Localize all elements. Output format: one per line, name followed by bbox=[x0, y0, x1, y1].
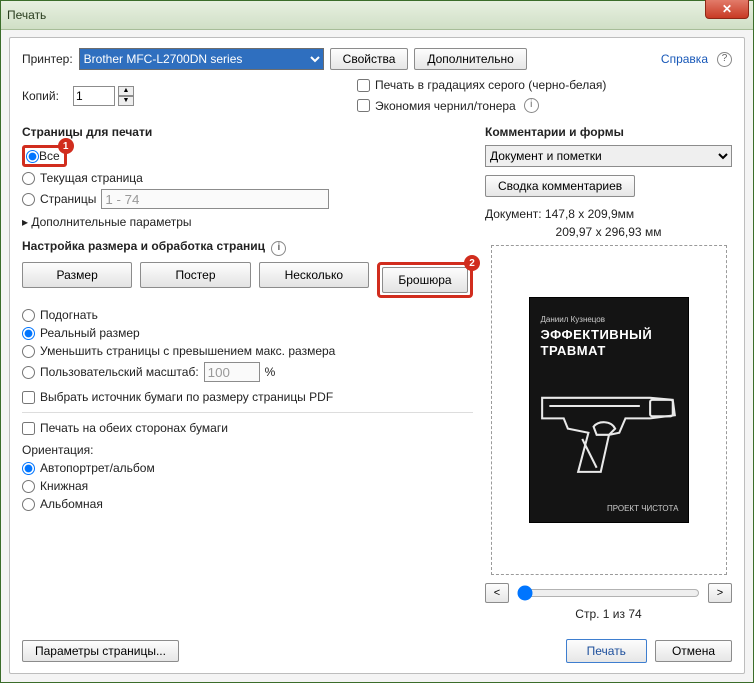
grayscale-label: Печать в градациях серого (черно-белая) bbox=[375, 78, 606, 92]
pages-group-title: Страницы для печати bbox=[22, 125, 473, 139]
close-icon: ✕ bbox=[722, 2, 732, 16]
copies-input[interactable] bbox=[73, 86, 115, 106]
print-preview: Даниил Кузнецов ЭФФЕКТИВНЫЙ ТРАВМАТ bbox=[491, 245, 727, 575]
comments-summary-button[interactable]: Сводка комментариев bbox=[485, 175, 635, 197]
save-ink-label: Экономия чернил/тонера bbox=[375, 99, 516, 113]
pages-current-label: Текущая страница bbox=[40, 171, 143, 185]
percent-label: % bbox=[265, 365, 276, 379]
advanced-button[interactable]: Дополнительно bbox=[414, 48, 526, 70]
orient-auto-label: Автопортрет/альбом bbox=[40, 461, 155, 475]
actual-label: Реальный размер bbox=[40, 326, 140, 340]
cover-gun-illustration bbox=[537, 369, 681, 492]
copies-label: Копий: bbox=[22, 89, 69, 103]
next-page-button[interactable]: > bbox=[708, 583, 732, 603]
print-button[interactable]: Печать bbox=[566, 639, 647, 663]
fit-label: Подогнать bbox=[40, 308, 98, 322]
orient-portrait-radio[interactable] bbox=[22, 480, 35, 493]
shrink-label: Уменьшить страницы с превышением макс. р… bbox=[40, 344, 335, 358]
window-close-button[interactable]: ✕ bbox=[705, 0, 749, 19]
duplex-checkbox[interactable] bbox=[22, 422, 35, 435]
pages-current-radio[interactable] bbox=[22, 172, 35, 185]
annotation-badge-2: 2 bbox=[464, 255, 480, 271]
doc-dims-label: Документ: bbox=[485, 207, 542, 221]
orient-landscape-label: Альбомная bbox=[40, 497, 103, 511]
fit-radio[interactable] bbox=[22, 309, 35, 322]
tab-poster[interactable]: Постер bbox=[140, 262, 250, 288]
comments-select[interactable]: Документ и пометки bbox=[485, 145, 732, 167]
custom-radio[interactable] bbox=[22, 366, 35, 379]
save-ink-checkbox[interactable] bbox=[357, 99, 370, 112]
info-icon[interactable]: i bbox=[271, 241, 286, 256]
shrink-radio[interactable] bbox=[22, 345, 35, 358]
custom-scale-input[interactable] bbox=[204, 362, 260, 382]
orientation-label: Ориентация: bbox=[22, 443, 473, 457]
sizing-group-title: Настройка размера и обработка страниц bbox=[22, 239, 265, 253]
copies-spin-up[interactable]: ▲ bbox=[118, 86, 134, 96]
tab-booklet[interactable]: Брошюра bbox=[382, 267, 468, 293]
duplex-label: Печать на обеих сторонах бумаги bbox=[40, 421, 228, 435]
page-slider[interactable] bbox=[517, 585, 700, 601]
properties-button[interactable]: Свойства bbox=[330, 48, 409, 70]
help-icon[interactable]: ? bbox=[717, 52, 732, 67]
cancel-button[interactable]: Отмена bbox=[655, 640, 732, 662]
page-dims-value: 209,97 x 296,93 мм bbox=[485, 225, 732, 239]
tab-size[interactable]: Размер bbox=[22, 262, 132, 288]
actual-radio[interactable] bbox=[22, 327, 35, 340]
more-options-toggle[interactable]: ▸ Дополнительные параметры bbox=[22, 215, 473, 229]
custom-label: Пользовательский масштаб: bbox=[40, 365, 199, 379]
pages-all-radio[interactable] bbox=[26, 150, 39, 163]
prev-page-button[interactable]: < bbox=[485, 583, 509, 603]
info-icon[interactable]: i bbox=[524, 98, 539, 113]
window-title: Печать bbox=[7, 8, 46, 22]
pages-range-input[interactable] bbox=[101, 189, 329, 209]
cover-title-2: ТРАВМАТ bbox=[541, 343, 606, 358]
copies-spin-down[interactable]: ▼ bbox=[118, 96, 134, 106]
grayscale-checkbox[interactable] bbox=[357, 79, 370, 92]
tab-multiple[interactable]: Несколько bbox=[259, 262, 369, 288]
doc-dims-value: 147,8 x 209,9мм bbox=[545, 207, 634, 221]
printer-label: Принтер: bbox=[22, 52, 73, 66]
annotation-badge-1: 1 bbox=[58, 138, 74, 154]
orient-auto-radio[interactable] bbox=[22, 462, 35, 475]
pages-all-label: Все bbox=[39, 149, 60, 163]
printer-select[interactable]: Brother MFC-L2700DN series bbox=[79, 48, 324, 70]
cover-title-1: ЭФФЕКТИВНЫЙ bbox=[541, 327, 653, 342]
paper-source-label: Выбрать источник бумаги по размеру стран… bbox=[40, 390, 333, 404]
cover-author: Даниил Кузнецов bbox=[541, 315, 606, 324]
help-link[interactable]: Справка bbox=[661, 52, 708, 66]
pages-range-label: Страницы bbox=[40, 192, 96, 206]
paper-source-checkbox[interactable] bbox=[22, 391, 35, 404]
orient-landscape-radio[interactable] bbox=[22, 498, 35, 511]
orient-portrait-label: Книжная bbox=[40, 479, 88, 493]
preview-page: Даниил Кузнецов ЭФФЕКТИВНЫЙ ТРАВМАТ bbox=[529, 297, 689, 523]
page-indicator: Стр. 1 из 74 bbox=[485, 607, 732, 621]
comments-group-title: Комментарии и формы bbox=[485, 125, 732, 139]
page-setup-button[interactable]: Параметры страницы... bbox=[22, 640, 179, 662]
cover-project: ПРОЕКТ ЧИСТОТА bbox=[607, 504, 679, 513]
pages-range-radio[interactable] bbox=[22, 193, 35, 206]
